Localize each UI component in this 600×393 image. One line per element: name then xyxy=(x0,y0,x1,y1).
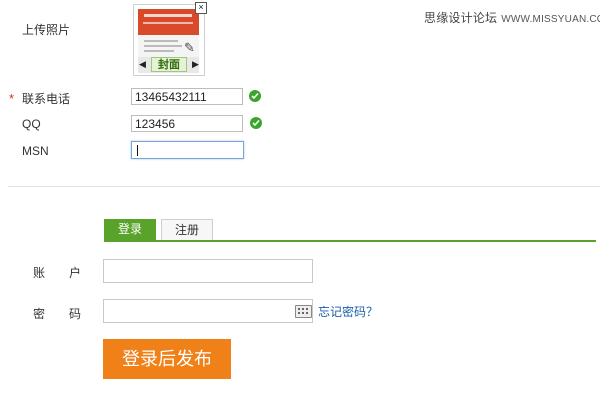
login-and-publish-button[interactable]: 登录后发布 xyxy=(103,339,231,379)
watermark-text: 思缘设计论坛 xyxy=(424,11,498,25)
tab-underline xyxy=(104,240,596,242)
qq-label: QQ xyxy=(22,117,41,131)
account-input[interactable] xyxy=(103,259,313,283)
phone-label: 联系电话 xyxy=(22,92,71,106)
qq-input[interactable]: 123456 xyxy=(131,115,243,132)
password-input[interactable] xyxy=(103,299,313,323)
forgot-password-link[interactable]: 忘记密码？ xyxy=(318,303,378,320)
close-icon[interactable]: × xyxy=(195,2,207,14)
prev-arrow-icon[interactable]: ◀ xyxy=(139,56,146,72)
site-watermark: 思缘设计论坛WWW.MISSYUAN.COM xyxy=(424,9,600,26)
msn-label: MSN xyxy=(22,144,49,158)
check-icon xyxy=(250,117,262,129)
photo-thumbnail[interactable]: ✎ ◀ ▶ 封面 xyxy=(133,4,205,76)
msn-input[interactable] xyxy=(131,141,244,159)
required-asterisk: * xyxy=(9,91,15,106)
next-arrow-icon[interactable]: ▶ xyxy=(192,56,199,72)
account-label: 账 户 xyxy=(33,266,82,280)
thumbnail-preview-header xyxy=(138,9,199,35)
password-label: 密 码 xyxy=(33,307,82,321)
watermark-url: WWW.MISSYUAN.COM xyxy=(501,14,600,25)
check-icon xyxy=(249,90,261,102)
keyboard-icon[interactable] xyxy=(295,305,312,318)
cover-label: 封面 xyxy=(151,57,187,72)
edit-pen-icon[interactable]: ✎ xyxy=(184,41,198,55)
phone-input[interactable]: 13465432111 xyxy=(131,88,243,105)
tab-register[interactable]: 注册 xyxy=(161,219,213,240)
tab-login[interactable]: 登录 xyxy=(104,219,156,240)
text-caret xyxy=(137,145,138,156)
section-divider xyxy=(8,186,600,187)
upload-photo-label: 上传照片 xyxy=(22,23,71,37)
